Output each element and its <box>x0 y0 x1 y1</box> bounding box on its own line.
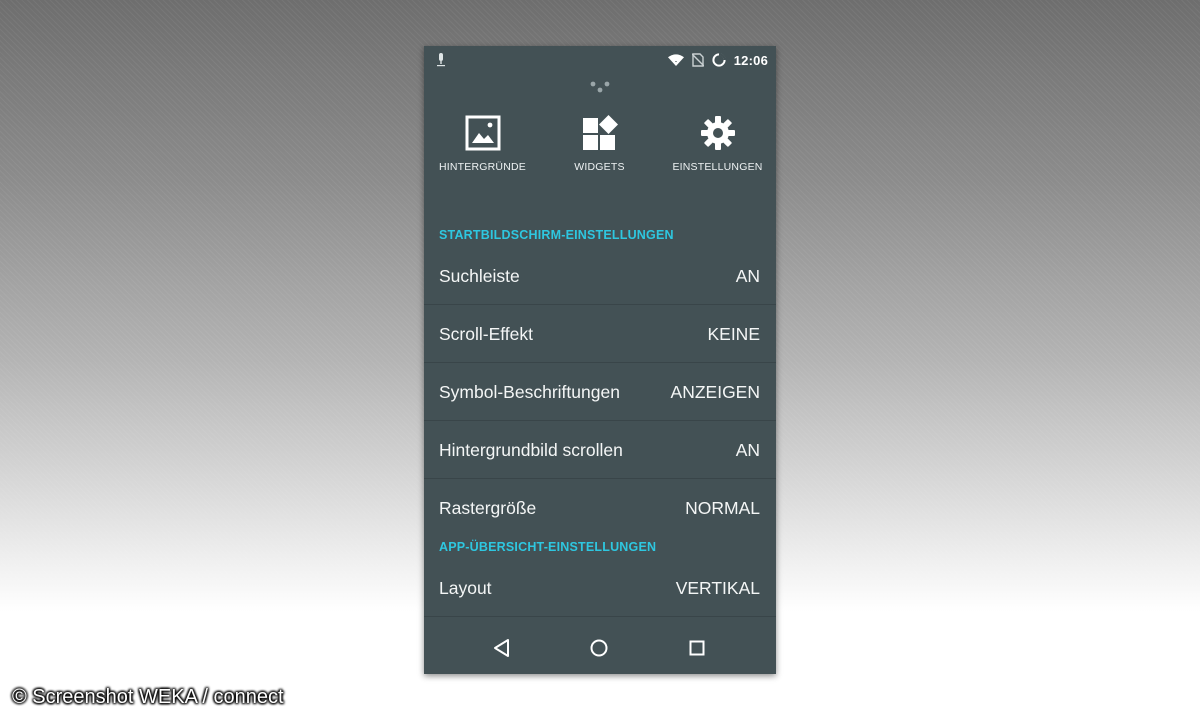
status-bar: 12:06 <box>424 46 776 74</box>
setting-row-layout[interactable]: Layout VERTIKAL <box>424 558 776 617</box>
setting-row-grid-size[interactable]: Rastergröße NORMAL <box>424 478 776 536</box>
setting-row-search-bar[interactable]: Suchleiste AN <box>424 246 776 305</box>
no-sim-icon <box>691 53 704 67</box>
wallpaper-icon <box>465 115 500 151</box>
setting-label: Rastergröße <box>439 498 537 518</box>
widgets-button[interactable]: WIDGETS <box>541 114 658 182</box>
home-icon[interactable] <box>587 636 611 660</box>
battery-circle-icon <box>712 53 726 67</box>
setting-value: VERTIKAL <box>675 578 760 598</box>
setting-row-scroll-effect[interactable]: Scroll-Effekt KEINE <box>424 304 776 363</box>
copyright-watermark: © Screenshot WEKA / connect <box>12 686 284 708</box>
back-icon[interactable] <box>490 636 514 660</box>
clock: 12:06 <box>733 52 768 68</box>
setting-label: Layout <box>439 578 492 598</box>
setting-label: Hintergrundbild scrollen <box>439 440 623 460</box>
widgets-label: WIDGETS <box>574 161 625 173</box>
wallpapers-label: HINTERGRÜNDE <box>439 161 526 173</box>
setting-label: Symbol-Beschriftungen <box>439 382 620 402</box>
widgets-icon <box>582 115 618 150</box>
mic-icon <box>437 53 445 67</box>
setting-row-icon-labels[interactable]: Symbol-Beschriftungen ANZEIGEN <box>424 362 776 421</box>
setting-row-wallpaper-scrolling[interactable]: Hintergrundbild scrollen AN <box>424 420 776 479</box>
recents-icon[interactable] <box>685 636 709 660</box>
setting-value: ANZEIGEN <box>670 382 760 402</box>
quick-actions: HINTERGRÜNDE WIDGETS EINSTELLUNGEN <box>424 114 776 182</box>
setting-label: Suchleiste <box>439 266 520 286</box>
setting-value: KEINE <box>707 324 760 344</box>
setting-value: AN <box>735 266 760 286</box>
app-drawer-settings-header: APP-ÜBERSICHT-EINSTELLUNGEN <box>439 540 657 554</box>
setting-value: AN <box>735 440 760 460</box>
setting-value: NORMAL <box>685 498 760 518</box>
setting-label: Scroll-Effekt <box>439 324 534 344</box>
navigation-bar <box>424 622 776 674</box>
home-settings-header: STARTBILDSCHIRM-EINSTELLUNGEN <box>439 228 674 242</box>
launcher-settings-panel: 12:06 HINTERGRÜNDE WIDGETS EINSTELLUNGEN… <box>424 46 776 674</box>
settings-button[interactable]: EINSTELLUNGEN <box>659 114 776 182</box>
settings-label: EINSTELLUNGEN <box>672 161 763 173</box>
wifi-icon <box>667 53 684 66</box>
wallpapers-button[interactable]: HINTERGRÜNDE <box>424 114 541 182</box>
drag-handle-dots-icon <box>590 81 610 93</box>
gear-icon <box>700 116 735 150</box>
